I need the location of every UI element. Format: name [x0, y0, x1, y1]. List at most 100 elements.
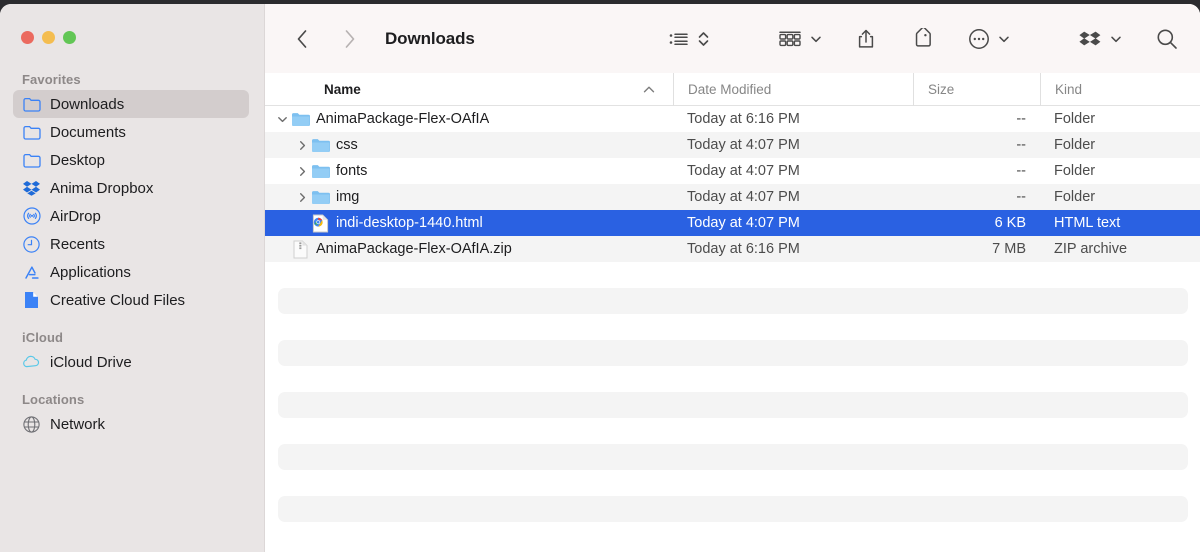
sidebar-item-documents[interactable]: Documents: [13, 118, 249, 146]
dropbox-button[interactable]: [1074, 24, 1106, 54]
sidebar-item-label: Documents: [50, 124, 126, 141]
cell-kind: HTML text: [1040, 215, 1200, 231]
empty-row-stripe: [278, 444, 1188, 470]
sidebar-item-desktop[interactable]: Desktop: [13, 146, 249, 174]
back-button[interactable]: [287, 24, 317, 54]
column-header-kind[interactable]: Kind: [1040, 73, 1200, 106]
table-row[interactable]: css Today at 4:07 PM--Folder: [265, 132, 1200, 158]
tag-button[interactable]: [906, 24, 938, 54]
sidebar-item-network[interactable]: Network: [13, 410, 249, 438]
cell-name: img: [265, 187, 673, 207]
minimize-window-button[interactable]: [42, 31, 55, 44]
cell-date-modified: Today at 4:07 PM: [673, 189, 913, 205]
dropbox-chevron-down-icon[interactable]: [1106, 24, 1126, 54]
cell-date-modified: Today at 4:07 PM: [673, 137, 913, 153]
airdrop-icon: [22, 207, 41, 226]
zip-document-icon: [290, 239, 310, 259]
cell-size: --: [913, 137, 1040, 153]
column-header-size[interactable]: Size: [913, 73, 1040, 106]
sidebar-item-label: Applications: [50, 264, 131, 281]
page-title: Downloads: [385, 29, 475, 49]
maximize-window-button[interactable]: [63, 31, 76, 44]
cell-name: indi-desktop-1440.html: [265, 213, 673, 233]
empty-row-stripe: [278, 392, 1188, 418]
view-stepper-button[interactable]: [693, 24, 714, 54]
sidebar-item-recents[interactable]: Recents: [13, 230, 249, 258]
disclosure-collapsed-icon[interactable]: [295, 192, 310, 203]
list-view-button[interactable]: [665, 24, 693, 54]
document-icon: [22, 291, 41, 310]
table-row[interactable]: fonts Today at 4:07 PM--Folder: [265, 158, 1200, 184]
sidebar-item-label: Network: [50, 416, 105, 433]
cell-kind: Folder: [1040, 163, 1200, 179]
clock-icon: [22, 235, 41, 254]
column-header-label: Kind: [1055, 82, 1082, 97]
cell-kind: ZIP archive: [1040, 241, 1200, 257]
sidebar-item-creative-cloud-files[interactable]: Creative Cloud Files: [13, 286, 249, 314]
cell-kind: Folder: [1040, 189, 1200, 205]
folder-icon: [310, 187, 330, 207]
forward-button[interactable]: [335, 24, 365, 54]
share-button[interactable]: [852, 24, 880, 54]
file-name-label: AnimaPackage-Flex-OAfIA.zip: [316, 241, 512, 257]
table-row[interactable]: AnimaPackage-Flex-OAfIA.zip Today at 6:16…: [265, 236, 1200, 262]
more-button[interactable]: [964, 24, 994, 54]
cell-size: --: [913, 163, 1040, 179]
group-items-chevron-down-icon[interactable]: [806, 24, 826, 54]
sidebar-item-label: Desktop: [50, 152, 105, 169]
column-header-date-modified[interactable]: Date Modified: [673, 73, 913, 106]
sidebar-item-label: iCloud Drive: [50, 354, 132, 371]
cell-kind: Folder: [1040, 137, 1200, 153]
folder-icon: [22, 95, 41, 114]
empty-row-stripe: [278, 340, 1188, 366]
cloud-icon: [22, 353, 41, 372]
finder-window: Favorites Downloads Documents Desktop: [0, 4, 1200, 552]
sidebar-item-anima-dropbox[interactable]: Anima Dropbox: [13, 174, 249, 202]
cell-date-modified: Today at 4:07 PM: [673, 215, 913, 231]
disclosure-expanded-icon[interactable]: [275, 114, 290, 125]
sidebar-item-label: Recents: [50, 236, 105, 253]
table-row[interactable]: indi-desktop-1440.html Today at 4:07 PM6 …: [265, 210, 1200, 236]
sidebar-item-icloud-drive[interactable]: iCloud Drive: [13, 348, 249, 376]
table-row[interactable]: imgToday at 4:07 PM--Folder: [265, 184, 1200, 210]
folder-icon: [290, 109, 310, 129]
more-chevron-down-icon[interactable]: [994, 24, 1014, 54]
search-button[interactable]: [1152, 24, 1182, 54]
sidebar-list-locations: Network: [0, 410, 264, 438]
close-window-button[interactable]: [21, 31, 34, 44]
sidebar-section-icloud: iCloud: [0, 328, 264, 348]
disclosure-collapsed-icon[interactable]: [295, 140, 310, 151]
column-headers: Name Date Modified Size Kind: [265, 73, 1200, 106]
sidebar-section-favorites: Favorites: [0, 70, 264, 90]
column-header-label: Size: [928, 82, 954, 97]
dropbox-icon: [22, 179, 41, 198]
cell-kind: Folder: [1040, 111, 1200, 127]
sidebar-item-label: Downloads: [50, 96, 124, 113]
cell-date-modified: Today at 6:16 PM: [673, 241, 913, 257]
disclosure-collapsed-icon[interactable]: [295, 166, 310, 177]
cell-name: AnimaPackage-Flex-OAfIA.zip: [265, 239, 673, 259]
folder-icon: [310, 135, 330, 155]
empty-row-stripe: [278, 288, 1188, 314]
sidebar-item-downloads[interactable]: Downloads: [13, 90, 249, 118]
file-rows: AnimaPackage-Flex-OAfIAToday at 6:16 PM-…: [265, 106, 1200, 262]
chrome-document-icon: [310, 213, 330, 233]
table-row[interactable]: AnimaPackage-Flex-OAfIAToday at 6:16 PM-…: [265, 106, 1200, 132]
column-header-label: Name: [324, 82, 361, 97]
folder-icon: [22, 123, 41, 142]
column-header-name[interactable]: Name: [265, 73, 673, 106]
sidebar-item-label: AirDrop: [50, 208, 101, 225]
file-name-label: fonts: [336, 163, 367, 179]
sidebar-item-applications[interactable]: Applications: [13, 258, 249, 286]
file-list[interactable]: AnimaPackage-Flex-OAfIAToday at 6:16 PM-…: [265, 106, 1200, 552]
cell-size: --: [913, 111, 1040, 127]
group-items-button[interactable]: [774, 24, 806, 54]
file-name-label: indi-desktop-1440.html: [336, 215, 483, 231]
sidebar-item-airdrop[interactable]: AirDrop: [13, 202, 249, 230]
file-name-label: css: [336, 137, 358, 153]
traffic-lights: [21, 31, 76, 44]
cell-date-modified: Today at 4:07 PM: [673, 163, 913, 179]
cell-size: 6 KB: [913, 215, 1040, 231]
cell-size: 7 MB: [913, 241, 1040, 257]
cell-date-modified: Today at 6:16 PM: [673, 111, 913, 127]
